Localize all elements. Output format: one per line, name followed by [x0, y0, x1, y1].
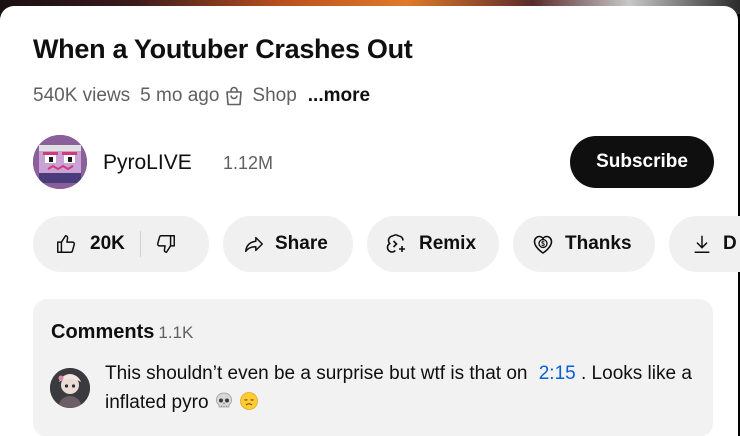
thumbs-up-icon[interactable]: [55, 233, 77, 255]
channel-avatar[interactable]: [33, 135, 87, 189]
video-meta-row[interactable]: 540K views 5 mo ago Shop ...more: [33, 85, 370, 107]
upload-age: 5 mo ago: [140, 85, 220, 106]
skull-emoji-icon: [215, 392, 232, 408]
like-count[interactable]: 20K: [90, 233, 125, 255]
video-title: When a Youtuber Crashes Out: [33, 34, 413, 64]
commenter-avatar[interactable]: [50, 368, 90, 408]
download-label: D: [723, 233, 737, 254]
thumbs-down-icon[interactable]: [155, 233, 177, 255]
remix-icon: [386, 234, 405, 253]
view-count: 540K views: [33, 85, 131, 106]
more-link[interactable]: ...more: [308, 85, 370, 107]
comment-timestamp-link[interactable]: 2:15: [539, 363, 576, 384]
video-details-sheet: When a Youtuber Crashes Out 540K views 5…: [0, 6, 740, 436]
comment-text-start: This shouldn’t even be a surprise but wt…: [105, 363, 528, 384]
heart-dollar-icon: [533, 235, 553, 254]
shopping-bag-icon: [226, 86, 243, 106]
thanks-label: Thanks: [565, 233, 632, 254]
disappointed-face-emoji-icon: [240, 392, 258, 410]
remix-label: Remix: [419, 233, 477, 254]
subscriber-count: 1.12M: [223, 153, 274, 173]
comments-title: Comments: [51, 321, 155, 343]
like-divider: [139, 231, 141, 257]
comments-panel[interactable]: Comments 1.1K This shouldn’t even be a su…: [33, 299, 713, 436]
share-label: Share: [275, 233, 328, 254]
share-arrow-icon: [245, 236, 263, 253]
action-bar: 20K Share Remix Thanks D: [33, 216, 740, 272]
remix-button[interactable]: Remix: [367, 216, 499, 272]
subscribe-button[interactable]: Subscribe: [570, 136, 714, 188]
comments-heading: Comments 1.1K: [51, 321, 193, 344]
channel-name[interactable]: PyroLIVE: [103, 151, 192, 175]
like-dislike-pill: 20K: [33, 216, 209, 272]
download-button[interactable]: D: [669, 216, 740, 272]
comments-count: 1.1K: [158, 323, 194, 342]
thanks-button[interactable]: Thanks: [513, 216, 655, 272]
share-button[interactable]: Share: [223, 216, 353, 272]
channel-row: PyroLIVE 1.12M Subscribe: [33, 133, 714, 193]
top-comment-text: This shouldn’t even be a surprise but wt…: [105, 359, 705, 417]
shop-link[interactable]: Shop: [252, 85, 296, 107]
download-icon: [694, 235, 710, 253]
